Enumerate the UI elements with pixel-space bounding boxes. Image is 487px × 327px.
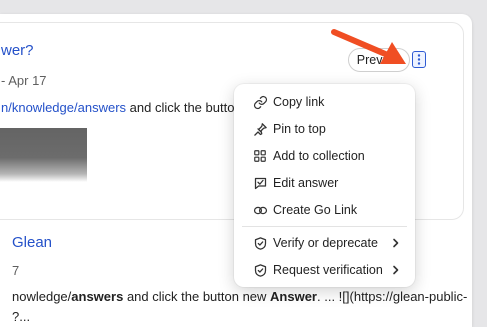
- menu-item-copy-link[interactable]: Copy link: [234, 89, 415, 115]
- menu-item-label: Edit answer: [273, 176, 339, 190]
- more-options-button[interactable]: [412, 51, 426, 68]
- menu-item-edit-answer[interactable]: Edit answer: [234, 170, 415, 196]
- snippet-text: nowledge/: [12, 289, 72, 304]
- snippet-highlight: answers: [71, 289, 124, 304]
- menu-item-label: Verify or deprecate: [273, 236, 378, 250]
- go-link-icon: [252, 202, 268, 218]
- menu-item-pin-to-top[interactable]: Pin to top: [234, 116, 415, 142]
- search-results-panel: wer? - Apr 17 n/knowledge/answers and cl…: [0, 14, 472, 327]
- result-snippet: n/knowledge/answers and click the button: [1, 100, 242, 115]
- shield-check-icon: [252, 235, 268, 251]
- chevron-right-icon: [393, 265, 399, 275]
- menu-item-label: Pin to top: [273, 122, 326, 136]
- result-snippet: nowledge/answers and click the button ne…: [12, 289, 467, 304]
- snippet-text: and click the button: [126, 100, 242, 115]
- result-title[interactable]: Glean: [12, 234, 52, 251]
- snippet-text: . ... ![](https://glean-public-: [317, 289, 468, 304]
- shield-check-icon: [252, 262, 268, 278]
- menu-item-add-to-collection[interactable]: Add to collection: [234, 143, 415, 169]
- result-thumbnail[interactable]: [0, 128, 87, 182]
- menu-item-request-verification[interactable]: Request verification: [234, 257, 415, 283]
- pin-icon: [252, 121, 268, 137]
- menu-item-label: Add to collection: [273, 149, 365, 163]
- result-options-menu: Copy link Pin to top Add to collection E…: [234, 84, 415, 287]
- snippet-highlight: Answer: [270, 289, 317, 304]
- chevron-right-icon: [393, 238, 399, 248]
- more-vertical-icon: [417, 54, 421, 65]
- menu-item-label: Copy link: [273, 95, 325, 109]
- menu-divider: [242, 226, 407, 227]
- collection-icon: [252, 148, 268, 164]
- result-snippet-continued: ?...: [12, 309, 31, 324]
- snippet-link[interactable]: n/knowledge/answers: [1, 100, 126, 115]
- snippet-text: and click the button new: [123, 289, 271, 304]
- link-icon: [252, 94, 268, 110]
- edit-answer-icon: [252, 175, 268, 191]
- result-title[interactable]: wer?: [1, 42, 34, 59]
- result-date: 7: [12, 263, 20, 278]
- menu-item-verify-or-deprecate[interactable]: Verify or deprecate: [234, 230, 415, 256]
- menu-item-create-go-link[interactable]: Create Go Link: [234, 197, 415, 223]
- menu-item-label: Request verification: [273, 263, 383, 277]
- menu-item-label: Create Go Link: [273, 203, 358, 217]
- result-date: - Apr 17: [1, 73, 47, 88]
- annotation-arrow-icon: [331, 29, 406, 64]
